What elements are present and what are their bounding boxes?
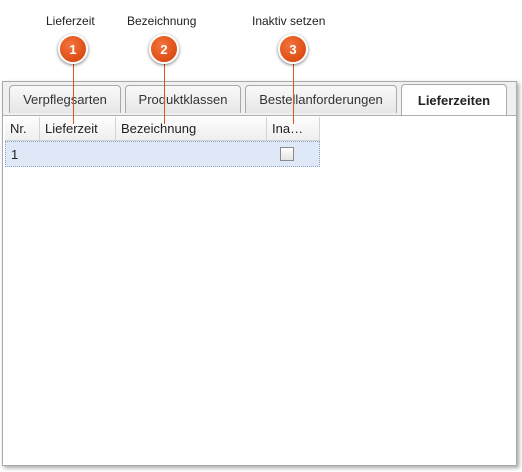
callout-leader-1 [73,62,74,124]
tab-lieferzeiten[interactable]: Lieferzeiten [401,84,507,115]
grid-header: Nr. Lieferzeit Bezeichnung Ina… [5,117,320,141]
table-row[interactable]: 1 [5,141,320,167]
lieferzeiten-grid: Nr. Lieferzeit Bezeichnung Ina… 1 [5,117,320,167]
callout-label-lieferzeit: Lieferzeit [46,14,95,28]
cell-nr: 1 [11,146,19,162]
tab-strip: Verpflegsarten Produktklassen Bestellanf… [3,82,516,116]
callout-badge-3: 3 [278,34,308,64]
cell-lieferzeit[interactable] [41,142,117,166]
inaktiv-checkbox[interactable] [280,147,294,161]
column-header-lieferzeit[interactable]: Lieferzeit [40,117,116,141]
callout-label-inaktiv-setzen: Inaktiv setzen [252,14,326,28]
cell-bezeichnung[interactable] [117,142,268,166]
tab-produktklassen[interactable]: Produktklassen [125,85,241,113]
callout-leader-3 [293,62,294,124]
lieferzeiten-panel: Verpflegsarten Produktklassen Bestellanf… [2,81,517,466]
tab-verpflegsarten[interactable]: Verpflegsarten [9,85,121,113]
column-header-bezeichnung[interactable]: Bezeichnung [116,117,267,141]
column-header-nr[interactable]: Nr. [5,117,40,141]
tab-bestellanforderungen[interactable]: Bestellanforderungen [245,85,397,113]
callout-leader-2 [164,62,165,124]
callout-label-bezeichnung: Bezeichnung [127,14,197,28]
cell-inaktiv [268,142,319,166]
callout-badge-1: 1 [58,34,88,64]
callout-badge-2: 2 [149,34,179,64]
